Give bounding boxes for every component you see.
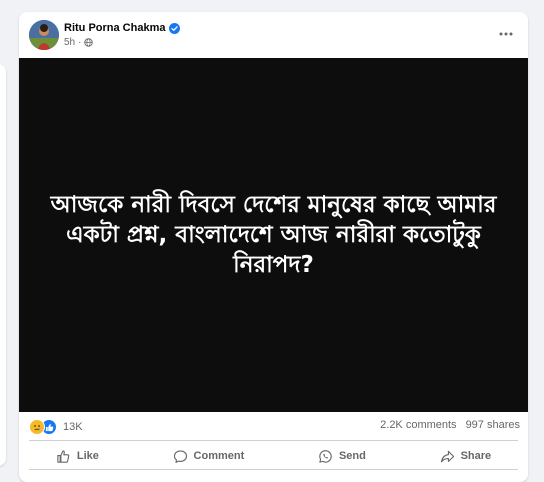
post-image[interactable]: আজকে নারী দিবসে দেশের মানুষের কাছে আমার … <box>19 58 528 412</box>
feed-post: Ritu Porna Chakma 5h · আজকে নারী দিবসে দ… <box>19 12 528 482</box>
reaction-summary[interactable]: 13K <box>29 419 83 435</box>
reaction-count: 13K <box>63 421 83 433</box>
comments-count[interactable]: 2.2K comments <box>380 419 456 431</box>
send-label: Send <box>338 450 366 462</box>
comment-label: Comment <box>193 450 245 462</box>
more-options-icon[interactable] <box>496 24 516 44</box>
left-sidebar-card <box>0 64 6 466</box>
share-label: Share <box>460 450 492 462</box>
shares-count[interactable]: 997 shares <box>466 419 520 431</box>
like-button[interactable]: Like <box>42 445 113 468</box>
comment-button[interactable]: Comment <box>159 445 259 468</box>
engagement-counts: 2.2K comments 997 shares <box>380 419 520 431</box>
post-time[interactable]: 5h <box>64 37 75 48</box>
avatar-image <box>29 20 59 50</box>
author-name-row: Ritu Porna Chakma <box>64 22 181 34</box>
thumbs-up-icon <box>57 449 70 463</box>
avatar[interactable] <box>29 20 59 50</box>
verified-badge-icon <box>169 22 181 34</box>
meta-separator: · <box>78 37 82 48</box>
whatsapp-send-icon <box>319 449 332 463</box>
post-meta: 5h · <box>64 37 94 48</box>
globe-icon[interactable] <box>84 38 94 47</box>
post-header: Ritu Porna Chakma 5h · <box>19 12 528 58</box>
post-stats: 13K 2.2K comments 997 shares <box>19 412 528 440</box>
sad-reaction-icon <box>29 419 45 435</box>
post-image-text: আজকে নারী দিবসে দেশের মানুষের কাছে আমার … <box>50 192 497 278</box>
post-actions: Like Comment Send Share <box>19 441 528 471</box>
send-button[interactable]: Send <box>304 445 380 468</box>
like-label: Like <box>76 450 99 462</box>
actions-divider <box>29 469 518 470</box>
author-name[interactable]: Ritu Porna Chakma <box>64 22 165 34</box>
share-arrow-icon <box>440 450 454 462</box>
comment-bubble-icon <box>173 449 187 463</box>
share-button[interactable]: Share <box>426 445 506 468</box>
